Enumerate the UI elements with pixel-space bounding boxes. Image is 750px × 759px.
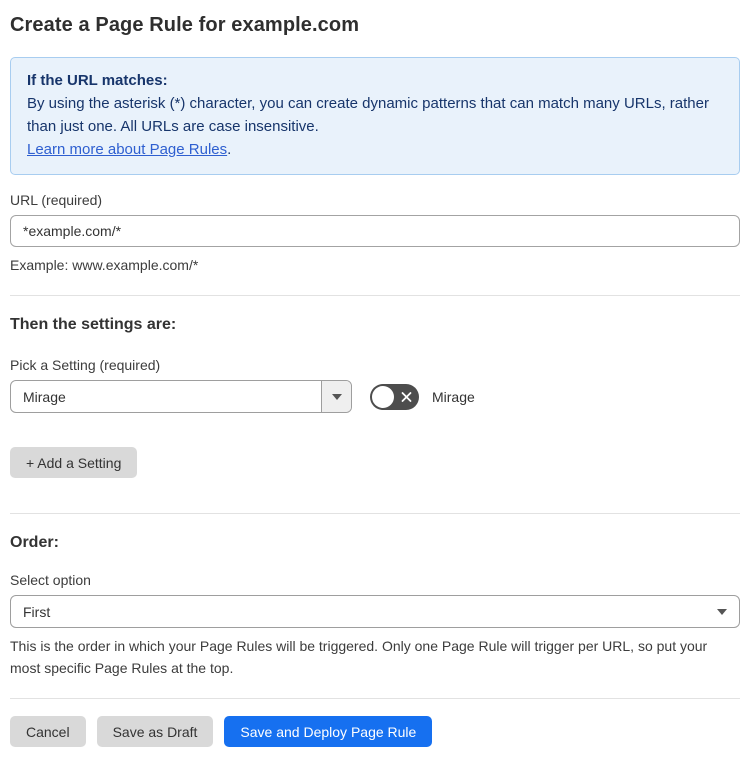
setting-select[interactable]: Mirage — [10, 380, 352, 413]
order-help-text: This is the order in which your Page Rul… — [10, 638, 708, 676]
info-box-body: By using the asterisk (*) character, you… — [27, 92, 723, 138]
url-help-text: Example: www.example.com/* — [10, 257, 199, 273]
save-and-deploy-button[interactable]: Save and Deploy Page Rule — [224, 716, 433, 747]
cancel-button[interactable]: Cancel — [10, 716, 86, 747]
select-option-label: Select option — [10, 572, 91, 588]
page-title: Create a Page Rule for example.com — [10, 14, 360, 36]
toggle-off-x-icon — [401, 391, 412, 402]
mirage-toggle[interactable] — [370, 383, 419, 410]
add-setting-button[interactable]: + Add a Setting — [10, 447, 138, 478]
toggle-label: Mirage — [432, 388, 475, 405]
setting-row: Mirage Mirage — [10, 380, 740, 413]
footer-divider — [10, 698, 740, 699]
info-box-body-text: By using the asterisk (*) character, you… — [27, 95, 709, 135]
url-match-info-box: If the URL matches: By using the asteris… — [10, 57, 740, 175]
settings-section-heading: Then the settings are: — [10, 316, 177, 333]
toggle-knob — [372, 385, 394, 408]
url-input[interactable] — [10, 215, 740, 247]
setting-select-arrow-button[interactable] — [321, 381, 351, 412]
page-rule-form: Create a Page Rule for example.com If th… — [0, 0, 750, 759]
section-divider — [10, 295, 740, 296]
info-box-link-line: Learn more about Page Rules. — [27, 138, 723, 161]
footer-actions: Cancel Save as Draft Save and Deploy Pag… — [10, 716, 740, 747]
save-as-draft-button[interactable]: Save as Draft — [96, 716, 214, 747]
learn-more-link[interactable]: Learn more about Page Rules — [27, 141, 227, 158]
chevron-down-icon — [717, 608, 727, 615]
section-divider — [10, 513, 740, 514]
order-select[interactable]: First — [10, 595, 740, 628]
chevron-down-icon — [331, 393, 342, 400]
link-suffix: . — [227, 141, 232, 158]
setting-select-value: Mirage — [23, 388, 66, 405]
pick-setting-label: Pick a Setting (required) — [10, 357, 161, 373]
url-label: URL (required) — [10, 192, 103, 208]
info-box-heading: If the URL matches: — [27, 72, 168, 89]
order-section-heading: Order: — [10, 534, 59, 551]
order-select-value: First — [23, 603, 51, 620]
